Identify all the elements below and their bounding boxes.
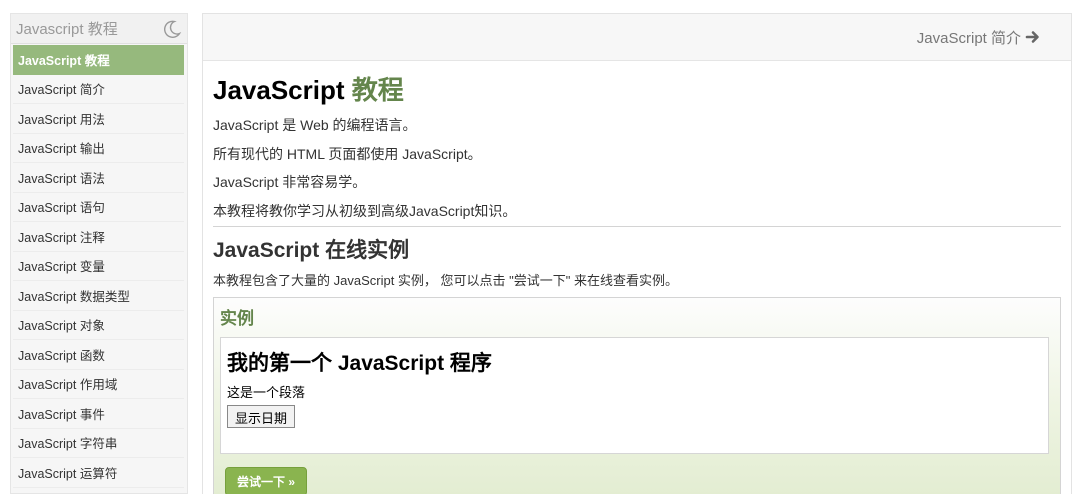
page-title-highlight: 教程 xyxy=(351,75,404,105)
sidebar-item-javascript-scope[interactable]: JavaScript 作用域 xyxy=(13,370,184,399)
sidebar-item-javascript-strings[interactable]: JavaScript 字符串 xyxy=(13,429,184,458)
moon-icon[interactable] xyxy=(161,18,183,40)
page-title: JavaScript 教程 xyxy=(213,75,1061,105)
next-page-link[interactable]: JavaScript 简介 xyxy=(917,27,1041,48)
example-title: 实例 xyxy=(220,309,254,328)
show-date-button[interactable]: 显示日期 xyxy=(227,405,296,428)
next-page-label: JavaScript 简介 xyxy=(916,29,1021,47)
sidebar-item-javascript-intro[interactable]: JavaScript 简介 xyxy=(13,75,184,104)
sidebar-item-javascript-statements[interactable]: JavaScript 语句 xyxy=(13,193,184,222)
intro-paragraph: 所有现代的 HTML 页面都使用 JavaScript。 xyxy=(213,145,482,162)
sidebar-item-javascript-tutorial[interactable]: JavaScript 教程 xyxy=(13,45,184,75)
sidebar: Javascript 教程 JavaScript 教程 JavaScript 简… xyxy=(10,13,188,494)
intro-text: JavaScript 是 Web 的编程语言。 所有现代的 HTML 页面都使用… xyxy=(213,111,1061,225)
section-description: 本教程包含了大量的 JavaScript 实例， 您可以点击 "尝试一下" 来在… xyxy=(213,273,678,288)
sidebar-nav: JavaScript 教程 JavaScript 简介 JavaScript 用… xyxy=(11,45,187,488)
sidebar-item-javascript-events[interactable]: JavaScript 事件 xyxy=(13,399,184,429)
article: JavaScript 教程 JavaScript 是 Web 的编程语言。 所有… xyxy=(203,75,1071,494)
sidebar-item-javascript-variables[interactable]: JavaScript 变量 xyxy=(13,252,184,281)
sidebar-item-javascript-objects[interactable]: JavaScript 对象 xyxy=(13,311,184,340)
sidebar-item-javascript-usage[interactable]: JavaScript 用法 xyxy=(13,104,184,134)
sidebar-item-javascript-syntax[interactable]: JavaScript 语法 xyxy=(13,163,184,193)
arrow-right-icon xyxy=(1025,29,1041,45)
main-content: JavaScript 简介 JavaScript 教程 JavaScript 是… xyxy=(202,13,1072,494)
try-it-button[interactable]: 尝试一下 » xyxy=(225,467,308,494)
intro-paragraph: JavaScript 是 Web 的编程语言。 xyxy=(213,117,417,133)
example-demo: 我的第一个 JavaScript 程序 这是一个段落 显示日期 xyxy=(220,337,1049,454)
page-title-prefix: JavaScript xyxy=(213,75,345,105)
example-box: 实例 我的第一个 JavaScript 程序 这是一个段落 显示日期 尝试一下 … xyxy=(213,297,1061,494)
top-nav: JavaScript 简介 xyxy=(203,14,1071,61)
sidebar-header: Javascript 教程 xyxy=(11,14,187,44)
sidebar-item-javascript-functions[interactable]: JavaScript 函数 xyxy=(13,340,184,370)
demo-heading: 我的第一个 JavaScript 程序 xyxy=(227,352,492,375)
sidebar-title: Javascript 教程 xyxy=(16,21,118,38)
demo-paragraph: 这是一个段落 xyxy=(227,385,306,400)
intro-paragraph: JavaScript 非常容易学。 xyxy=(213,174,367,190)
sidebar-item-javascript-datatypes[interactable]: JavaScript 数据类型 xyxy=(13,281,184,311)
sidebar-item-javascript-operators[interactable]: JavaScript 运算符 xyxy=(13,458,184,488)
sidebar-item-javascript-output[interactable]: JavaScript 输出 xyxy=(13,134,184,163)
sidebar-item-javascript-comments[interactable]: JavaScript 注释 xyxy=(13,222,184,252)
section-title: JavaScript 在线实例 xyxy=(213,239,410,262)
intro-paragraph: 本教程将教你学习从初级到高级JavaScript知识。 xyxy=(213,202,517,219)
divider xyxy=(213,226,1061,227)
